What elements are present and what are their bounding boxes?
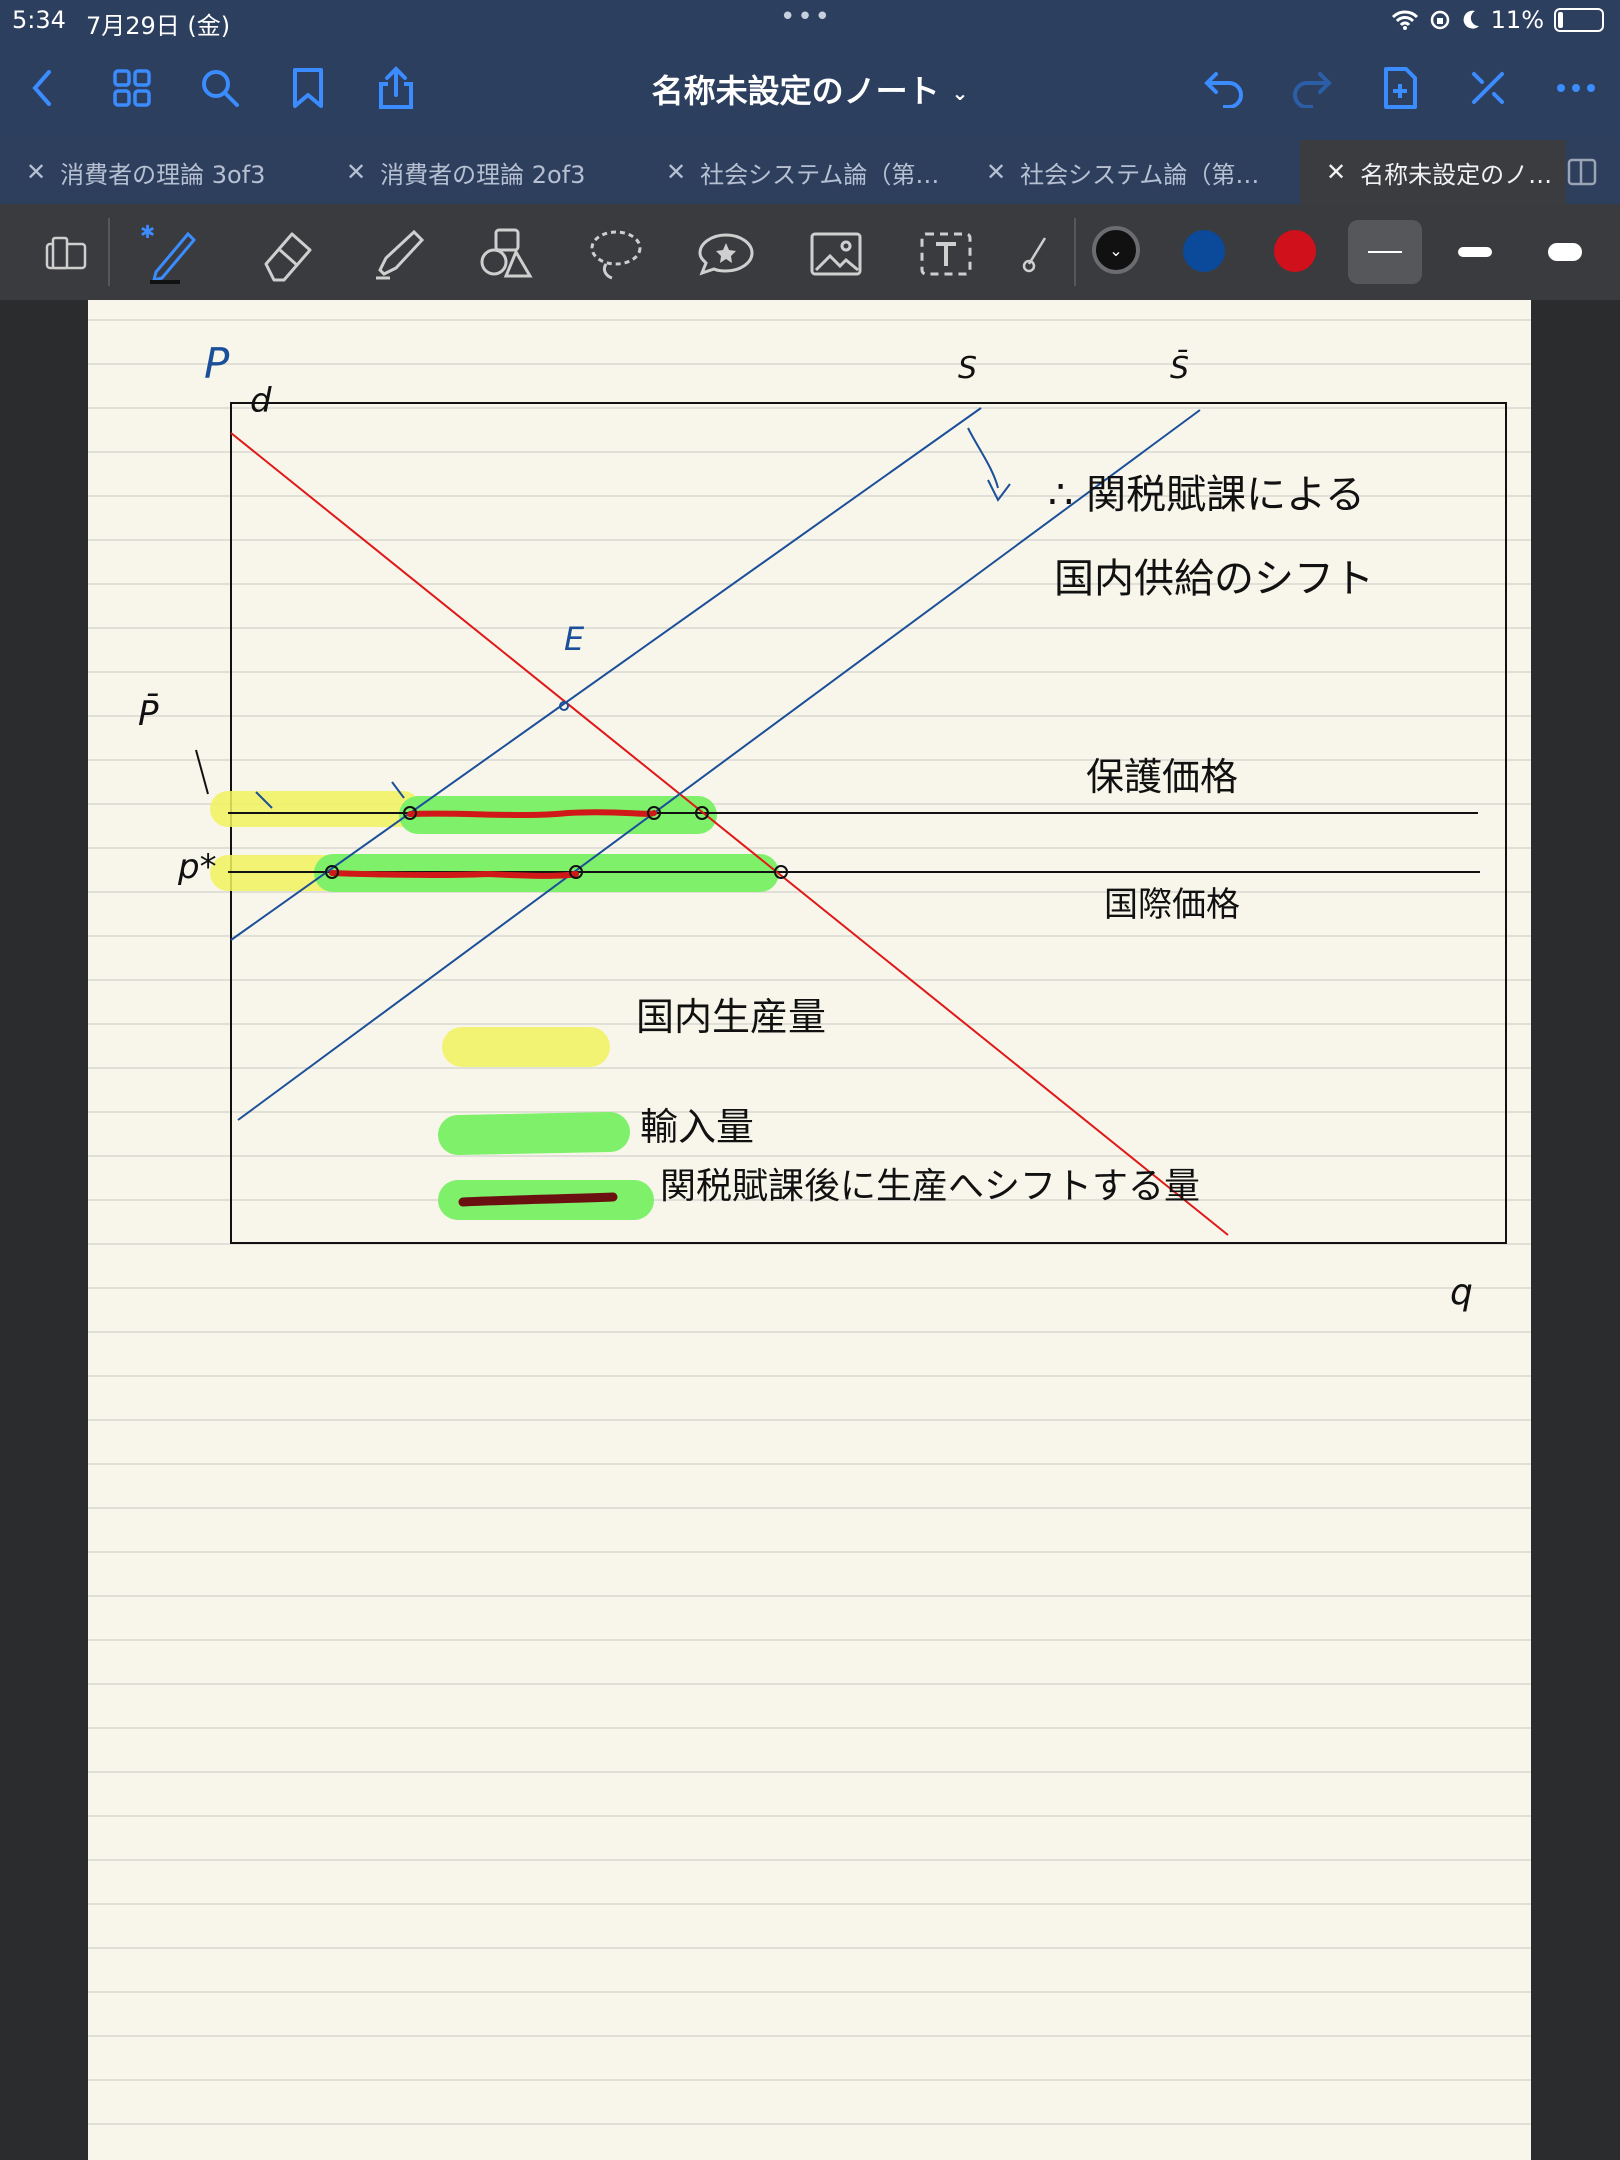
toolbar-divider (108, 218, 110, 286)
equilibrium-label: E (564, 620, 585, 658)
date: 7月29日 (金) (86, 12, 231, 40)
tab-label: 消費者の理論 3of3 (60, 160, 266, 189)
page-view-icon[interactable] (34, 222, 98, 286)
redo-icon[interactable] (1284, 60, 1340, 116)
supply-shifted-label: S̄ (1170, 350, 1189, 386)
thickness-medium[interactable] (1438, 220, 1512, 284)
note-title: 名称未設定のノート (651, 72, 940, 110)
protected-price-label: 保護価格 (1086, 755, 1238, 799)
image-icon[interactable] (804, 222, 868, 286)
pen-icon[interactable]: ✱ (138, 222, 202, 286)
tab-1[interactable]: ✕ 消費者の理論 3of3 (0, 140, 320, 204)
legend-import-label: 輸入量 (640, 1105, 754, 1149)
tariff-shift-text-1: ∴ 関税賦課による (1048, 472, 1365, 518)
color-red-swatch[interactable] (1274, 230, 1316, 272)
toolbar-divider (1074, 218, 1076, 286)
eraser-icon[interactable] (256, 222, 320, 286)
color-black-swatch[interactable]: ⌄ (1092, 226, 1140, 274)
more-icon[interactable] (1548, 60, 1604, 116)
note-canvas[interactable]: P d S S̄ E P̄ p* q ∴ 関税賦課による 国内供給のシフト 保護… (88, 300, 1531, 2160)
chevron-down-icon: ⌄ (951, 81, 969, 105)
lasso-icon[interactable] (584, 222, 648, 286)
tariff-shift-text-2: 国内供給のシフト (1054, 556, 1374, 602)
close-icon[interactable]: ✕ (26, 158, 46, 186)
tab-bar: ✕ 消費者の理論 3of3 ✕ 消費者の理論 2of3 ✕ 社会システム論（第… ✕ 社… (0, 140, 1620, 204)
add-page-icon[interactable] (1372, 60, 1428, 116)
rotation-lock-icon (1430, 10, 1449, 30)
tab-5-active[interactable]: ✕ 名称未設定のノ… (1300, 140, 1566, 204)
wifi-icon (1391, 10, 1418, 30)
tab-3[interactable]: ✕ 社会システム論（第… (640, 140, 960, 204)
battery-percent: 11% (1490, 6, 1544, 34)
tab-label: 社会システム論（第… (1020, 160, 1260, 189)
drawing-toolbar: ✱ ⌄ (0, 204, 1620, 300)
tab-4[interactable]: ✕ 社会システム論（第… (960, 140, 1300, 204)
close-icon[interactable]: ✕ (346, 158, 366, 186)
p-axis-label: P (204, 339, 230, 388)
chevron-down-icon: ⌄ (1109, 240, 1123, 260)
thickness-thin[interactable] (1348, 220, 1422, 284)
clock: 5:34 (12, 6, 66, 34)
svg-text:✱: ✱ (140, 222, 155, 243)
shapes-icon[interactable] (474, 222, 538, 286)
highlighter-icon[interactable] (366, 222, 430, 286)
tab-label: 社会システム論（第… (700, 160, 940, 189)
pen-settings-icon[interactable] (1460, 60, 1516, 116)
close-icon[interactable]: ✕ (1326, 158, 1346, 186)
sticker-icon[interactable] (694, 222, 758, 286)
laser-icon[interactable] (1016, 222, 1056, 286)
text-box-icon[interactable] (914, 222, 978, 286)
close-icon[interactable]: ✕ (666, 158, 686, 186)
legend-shift-label: 関税賦課後に生産へシフトする量 (660, 1166, 1200, 1207)
tab-label: 消費者の理論 2of3 (380, 160, 586, 189)
p-star-label: p* (177, 847, 217, 887)
legend-domestic-label: 国内生産量 (636, 995, 826, 1039)
world-price-label: 国際価格 (1104, 885, 1240, 925)
thickness-thick[interactable] (1528, 220, 1602, 284)
multitasking-dots-icon[interactable]: ••• (780, 2, 832, 32)
tab-2[interactable]: ✕ 消費者の理論 2of3 (320, 140, 640, 204)
close-icon[interactable]: ✕ (986, 158, 1006, 186)
navigation-bar: 名称未設定のノート ⌄ (0, 40, 1620, 140)
demand-label: d (250, 381, 272, 421)
p-bar-label: P̄ (138, 693, 159, 734)
moon-icon (1463, 10, 1479, 29)
color-blue-swatch[interactable] (1183, 230, 1225, 272)
undo-icon[interactable] (1196, 60, 1252, 116)
intersection-points (325, 701, 788, 879)
split-view-icon[interactable] (1566, 140, 1620, 204)
supply-label: S (958, 351, 977, 386)
note-page[interactable]: P d S S̄ E P̄ p* q ∴ 関税賦課による 国内供給のシフト 保護… (88, 300, 1531, 2160)
tab-label: 名称未設定のノ… (1360, 160, 1553, 189)
status-bar: 5:34 7月29日 (金) ••• 11% (0, 0, 1620, 40)
battery-icon (1554, 8, 1604, 32)
q-axis-label: q (1450, 1272, 1473, 1313)
